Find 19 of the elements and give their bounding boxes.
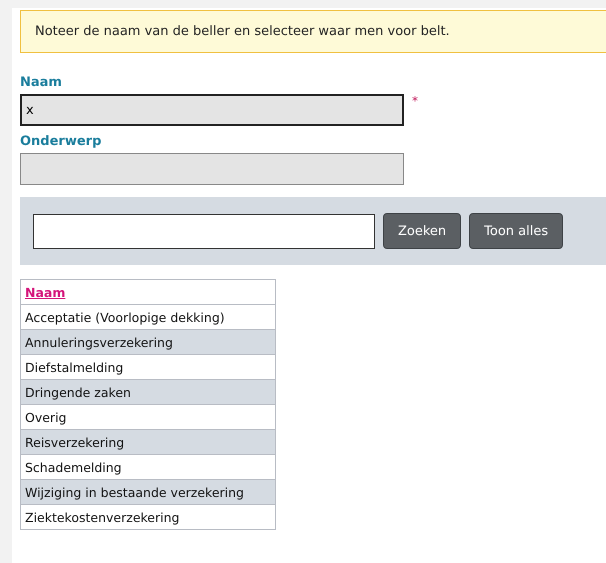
input-field[interactable] [20, 153, 404, 185]
table-cell[interactable]: Dringende zaken [20, 380, 276, 404]
table-cell[interactable]: Wijziging in bestaande verzekering [20, 480, 276, 504]
search-field[interactable] [33, 214, 375, 248]
table-cell[interactable]: Schademelding [20, 454, 276, 480]
required-mark: * [412, 94, 418, 108]
table-cell[interactable]: Annuleringsverzekering [20, 330, 276, 354]
table-cell[interactable]: Acceptatie (Voorlopige dekking) [20, 304, 276, 330]
input-field[interactable]: x [20, 94, 404, 126]
field-label: Naam [20, 75, 63, 90]
column-header-link[interactable]: Naam [25, 284, 66, 300]
table-cell[interactable]: Diefstalmelding [20, 354, 276, 380]
table-cell[interactable]: Ziektekostenverzekering [20, 504, 276, 530]
show-all-button[interactable]: Toon alles [469, 213, 564, 249]
notice-message: Noteer de naam van de beller en selecteer waar men voor belt. [20, 10, 606, 53]
field-label: Onderwerp [20, 134, 102, 149]
table-cell[interactable]: Overig [20, 404, 276, 430]
table-cell[interactable]: Reisverzekering [20, 430, 276, 454]
search-button[interactable]: Zoeken [383, 213, 462, 249]
